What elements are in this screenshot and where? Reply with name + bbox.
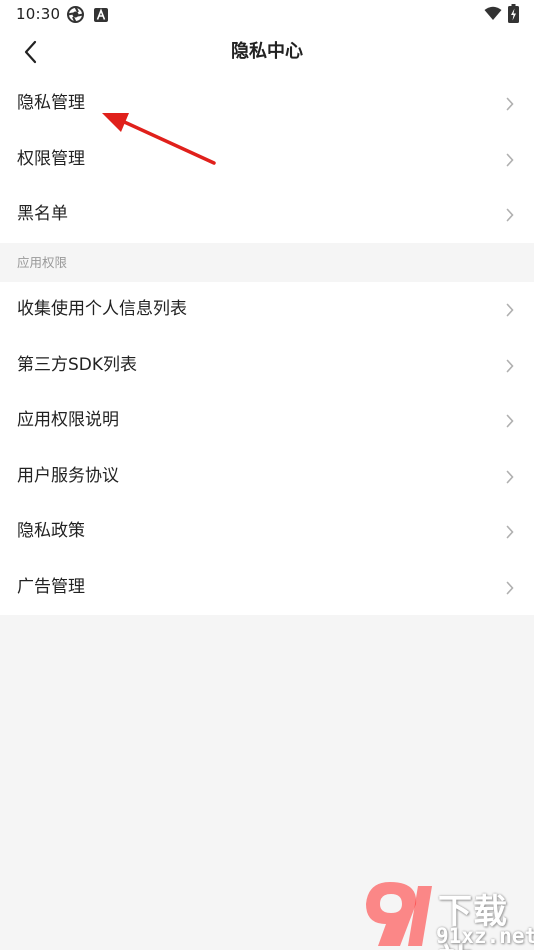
section-header: 应用权限 (0, 243, 534, 282)
list-item-label: 第三方SDK列表 (17, 354, 138, 375)
list-item-label: 黑名单 (17, 204, 68, 224)
page-title: 隐私中心 (231, 41, 303, 62)
aperture-icon (67, 6, 84, 27)
list-item-label: 权限管理 (17, 148, 85, 169)
settings-group-primary: 隐私管理 权限管理 黑名单 (0, 76, 534, 243)
list-item-label: 用户服务协议 (17, 465, 119, 486)
list-item-privacy-policy[interactable]: 隐私政策 (0, 504, 534, 560)
chevron-right-icon (506, 581, 514, 594)
list-item-app-permission-description[interactable]: 应用权限说明 (0, 393, 534, 449)
status-bar: 10:30 (0, 0, 534, 28)
list-item-label: 收集使用个人信息列表 (17, 299, 187, 319)
chevron-right-icon (506, 525, 514, 539)
back-button[interactable] (12, 36, 48, 68)
status-time: 10:30 (16, 5, 61, 23)
list-item-user-service-agreement[interactable]: 用户服务协议 (0, 449, 534, 505)
list-item-label: 广告管理 (17, 576, 85, 597)
chevron-right-icon (506, 359, 514, 372)
list-item-personal-info-list[interactable]: 收集使用个人信息列表 (0, 282, 534, 338)
chevron-right-icon (506, 208, 514, 222)
chevron-right-icon (506, 153, 514, 166)
list-item-label: 应用权限说明 (17, 410, 119, 430)
list-item-blacklist[interactable]: 黑名单 (0, 187, 534, 243)
nav-bar: 隐私中心 (0, 28, 534, 76)
list-item-third-party-sdk-list[interactable]: 第三方SDK列表 (0, 338, 534, 394)
chevron-right-icon (506, 414, 514, 428)
wifi-icon (484, 6, 502, 25)
list-item-permission-management[interactable]: 权限管理 (0, 132, 534, 188)
font-a-icon (94, 7, 108, 26)
section-label: 应用权限 (17, 255, 68, 270)
settings-group-app-permissions: 收集使用个人信息列表 第三方SDK列表 应用权限说明 用户服务协议 隐私政策 广… (0, 282, 534, 615)
chevron-right-icon (506, 97, 514, 111)
chevron-right-icon (506, 470, 514, 483)
chevron-right-icon (506, 303, 514, 317)
annotation-arrow-icon (102, 113, 216, 165)
list-item-label: 隐私管理 (17, 93, 85, 113)
watermark-url: 91xz.net (436, 924, 534, 948)
battery-charging-icon (508, 4, 519, 27)
list-item-label: 隐私政策 (17, 521, 85, 541)
list-item-ad-management[interactable]: 广告管理 (0, 560, 534, 616)
list-item-privacy-management[interactable]: 隐私管理 (0, 76, 534, 132)
chevron-left-icon (24, 40, 37, 64)
